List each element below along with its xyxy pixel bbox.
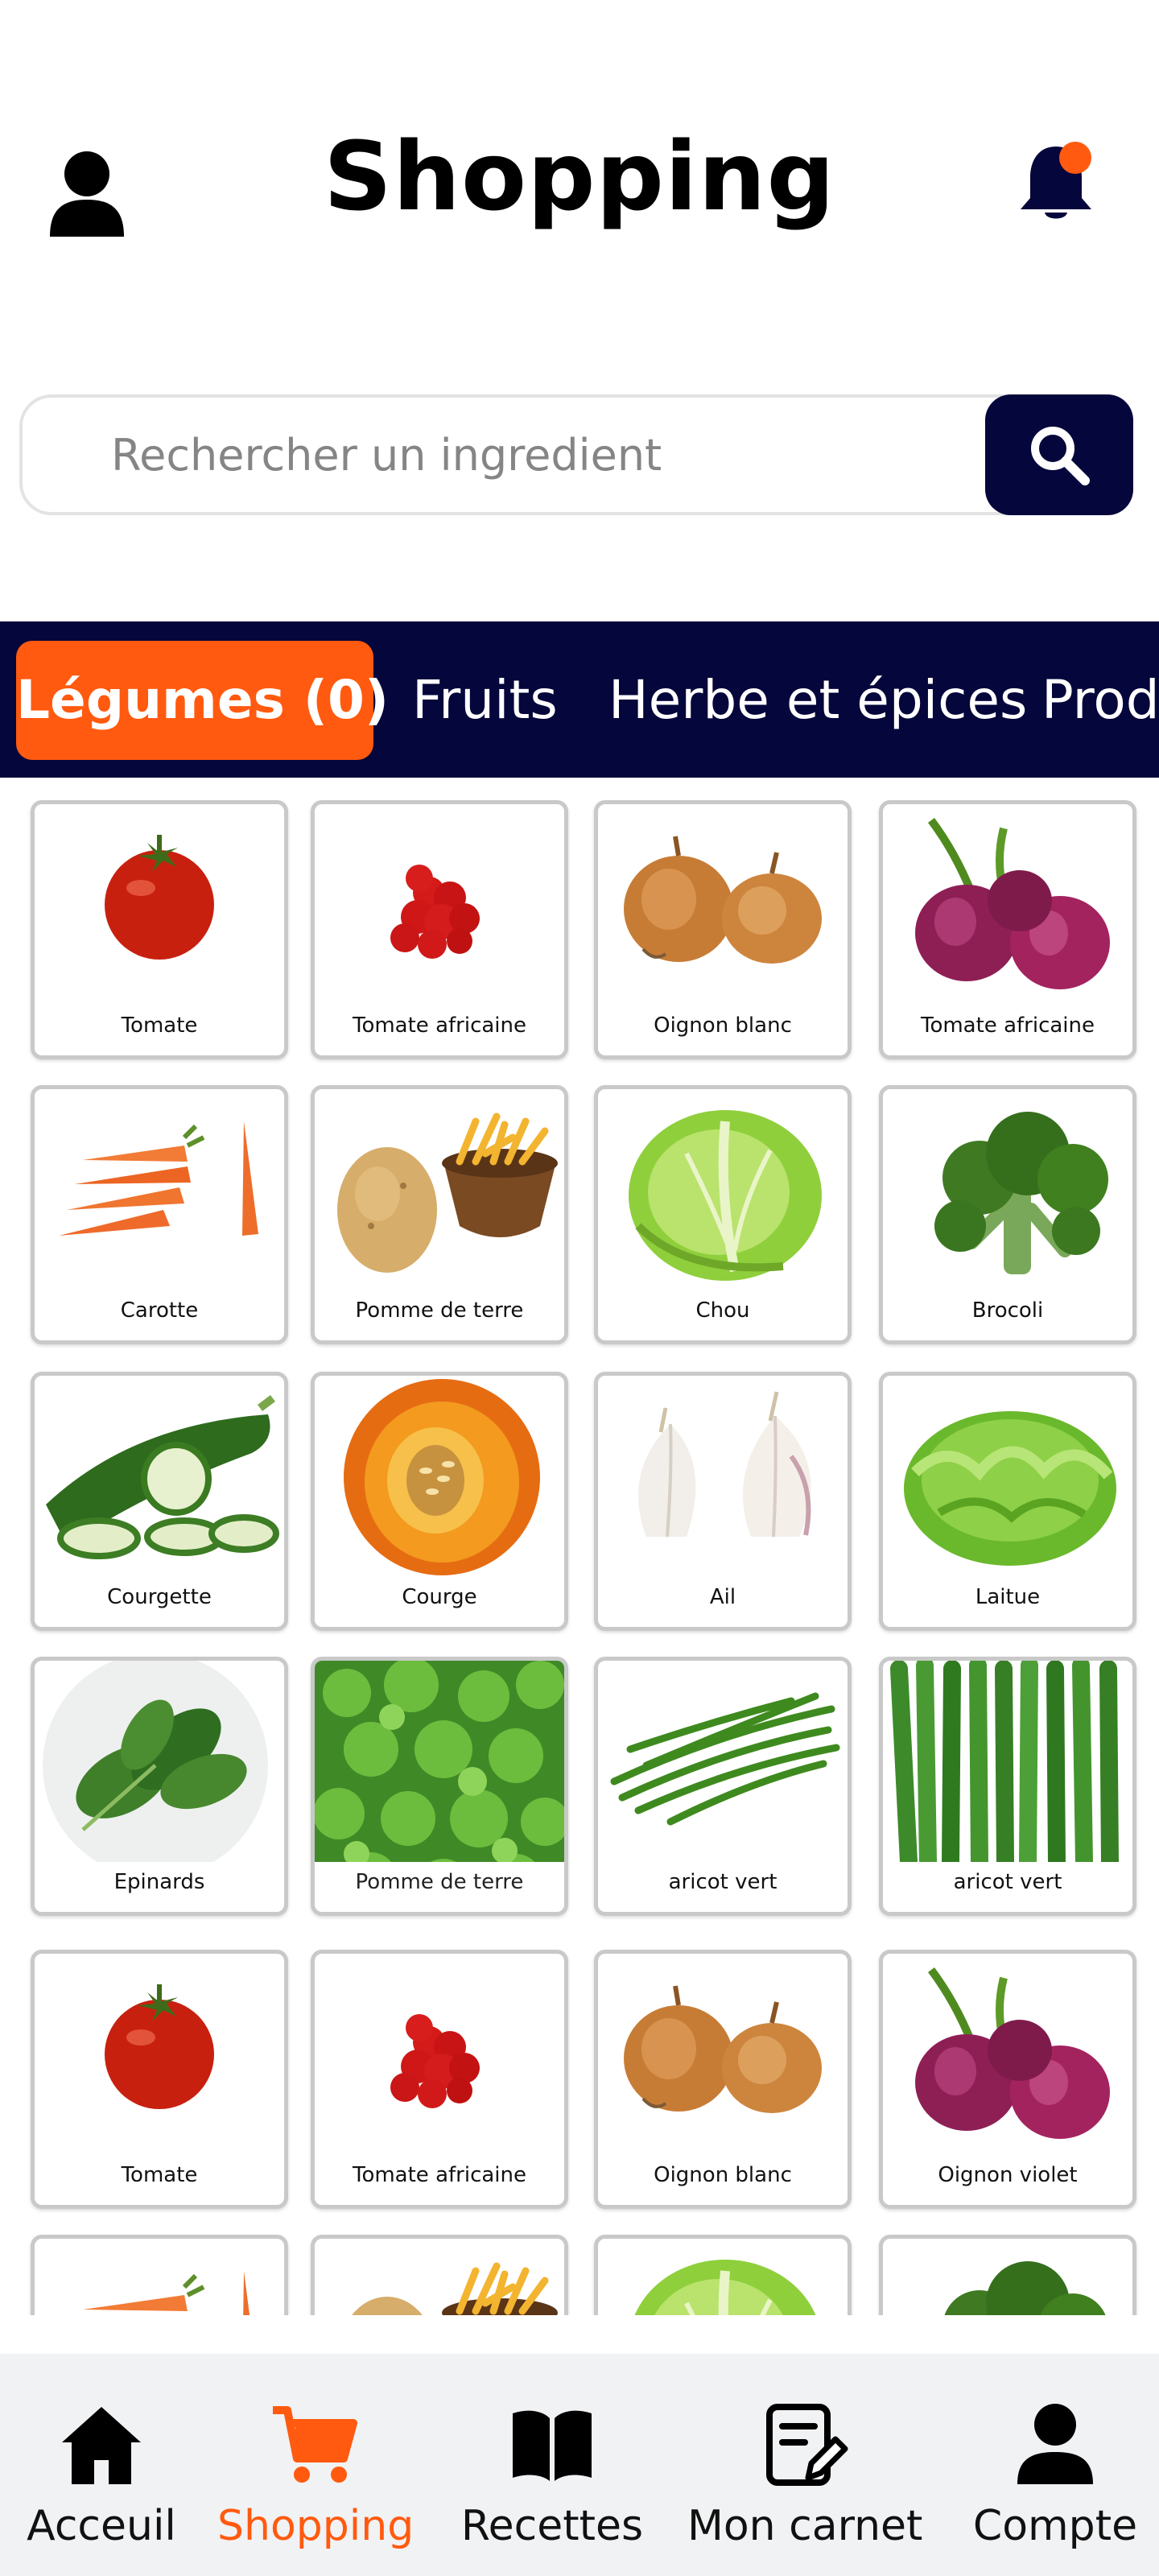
product-card[interactable]: Brocoli <box>879 1085 1136 1344</box>
product-label: Tomate africaine <box>920 1013 1095 1038</box>
search-input[interactable] <box>111 398 980 512</box>
notification-button[interactable] <box>1016 135 1096 224</box>
product-label: Oignon blanc <box>654 1013 792 1038</box>
potato-image <box>352 2262 558 2315</box>
product-card[interactable]: Tomate africaine <box>879 800 1136 1059</box>
onion-image <box>624 836 822 964</box>
product-card[interactable] <box>311 2235 568 2315</box>
nav-item-shopping[interactable]: Shopping <box>217 2401 415 2570</box>
product-card[interactable] <box>31 2235 288 2315</box>
product-card[interactable]: Ail <box>594 1372 852 1631</box>
bottom-nav: Acceuil Shopping Recettes Mon carnet Com… <box>0 2354 1159 2576</box>
product-label: Courgette <box>107 1585 212 1609</box>
product-label: Courge <box>402 1585 477 1609</box>
product-card[interactable] <box>879 2235 1136 2315</box>
product-card[interactable]: Laitue <box>879 1372 1136 1631</box>
tab-fruits[interactable]: Fruits <box>412 641 558 760</box>
search-bar <box>19 394 1133 515</box>
product-label: Tomate <box>121 2163 198 2187</box>
red-onion-image <box>915 818 1110 989</box>
cabbage-image <box>634 2260 816 2315</box>
product-card[interactable]: aricot vert <box>879 1657 1136 1916</box>
product-label: Tomate africaine <box>352 2163 526 2187</box>
product-card[interactable]: Chou <box>594 1085 852 1344</box>
product-card[interactable]: Oignon blanc <box>594 800 852 1059</box>
broccoli-image <box>934 1112 1108 1274</box>
carrot-image <box>59 1121 258 1236</box>
page-title: Shopping <box>324 121 835 232</box>
garlic-image <box>638 1391 811 1538</box>
product-card[interactable]: Courgette <box>31 1372 288 1631</box>
notification-dot <box>1059 142 1091 174</box>
product-label: aricot vert <box>953 1870 1062 1894</box>
potato-image <box>337 1113 558 1273</box>
category-tabs: Légumes (0) Fruits Herbe et épices Prod <box>0 621 1159 778</box>
onion-image <box>624 1985 822 2113</box>
tomato-image <box>105 835 214 960</box>
product-label: Pomme de terre <box>355 1870 524 1894</box>
green-beans-bunch-image <box>890 1661 1119 1862</box>
header: Shopping <box>0 0 1159 338</box>
home-icon <box>62 2407 141 2484</box>
spinach-image <box>43 1661 268 1862</box>
product-label: Tomate africaine <box>352 1013 526 1038</box>
nav-label: Mon carnet <box>687 2502 923 2550</box>
product-card[interactable]: Oignon violet <box>879 1950 1136 2209</box>
product-card[interactable]: aricot vert <box>594 1657 852 1916</box>
product-card[interactable]: Epinards <box>31 1657 288 1916</box>
nav-label: Compte <box>972 2502 1138 2550</box>
product-label: Laitue <box>975 1585 1041 1609</box>
product-label: Tomate <box>121 1013 198 1038</box>
nav-label: Recettes <box>460 2502 644 2550</box>
notebook-edit-icon <box>766 2404 848 2486</box>
product-card[interactable]: Tomate <box>31 800 288 1059</box>
broccoli-image <box>944 2261 1106 2315</box>
product-card[interactable]: Oignon blanc <box>594 1950 852 2209</box>
green-beans-image <box>610 1692 840 1826</box>
product-label: Oignon violet <box>938 2163 1078 2187</box>
product-card[interactable]: Tomate <box>31 1950 288 2209</box>
nav-item-recettes[interactable]: Recettes <box>459 2401 645 2570</box>
red-onion-image <box>915 1967 1110 2139</box>
product-card[interactable]: Pomme de terre <box>311 1657 568 1916</box>
cabbage-image <box>629 1110 822 1281</box>
pumpkin-image <box>344 1379 540 1575</box>
tab-produits[interactable]: Prod <box>1041 641 1159 760</box>
carrot-image <box>83 2271 250 2315</box>
search-icon <box>1031 427 1090 485</box>
product-label: Pomme de terre <box>355 1298 524 1323</box>
search-button[interactable] <box>985 394 1133 515</box>
product-label: Carotte <box>120 1298 199 1323</box>
product-label: Ail <box>709 1585 736 1609</box>
african-tomato-image <box>390 2014 480 2108</box>
zucchini-image <box>46 1395 279 1559</box>
product-label: aricot vert <box>668 1870 777 1894</box>
account-icon <box>1017 2404 1093 2484</box>
book-icon <box>513 2410 592 2481</box>
product-label: Brocoli <box>971 1298 1044 1323</box>
nav-item-compte[interactable]: Compte <box>971 2401 1140 2570</box>
product-card[interactable] <box>594 2235 852 2315</box>
cart-icon <box>273 2406 357 2483</box>
product-card[interactable]: Tomate africaine <box>311 800 568 1059</box>
nav-label: Shopping <box>217 2502 415 2550</box>
product-grid: Tomate Tomate africaine Oignon blanc Tomate… <box>0 778 1159 2315</box>
product-label: Oignon blanc <box>654 2163 792 2187</box>
product-label: Chou <box>695 1298 750 1323</box>
nav-item-mon-carnet[interactable]: Mon carnet <box>687 2401 923 2570</box>
product-card[interactable]: Pomme de terre <box>311 1085 568 1344</box>
parsley-image <box>315 1661 564 1862</box>
african-tomato-image <box>390 865 480 959</box>
product-label: Epinards <box>113 1870 205 1894</box>
lettuce-image <box>904 1411 1116 1566</box>
nav-item-acceuil[interactable]: Acceuil <box>23 2401 180 2570</box>
tab-herbes-epices[interactable]: Herbe et épices <box>608 641 1027 760</box>
product-card[interactable]: Carotte <box>31 1085 288 1344</box>
product-card[interactable]: Courge <box>311 1372 568 1631</box>
tab-legumes[interactable]: Légumes (0) <box>16 641 389 760</box>
nav-label: Acceuil <box>27 2502 176 2550</box>
product-card[interactable]: Tomate africaine <box>311 1950 568 2209</box>
tomato-image <box>105 1984 214 2109</box>
